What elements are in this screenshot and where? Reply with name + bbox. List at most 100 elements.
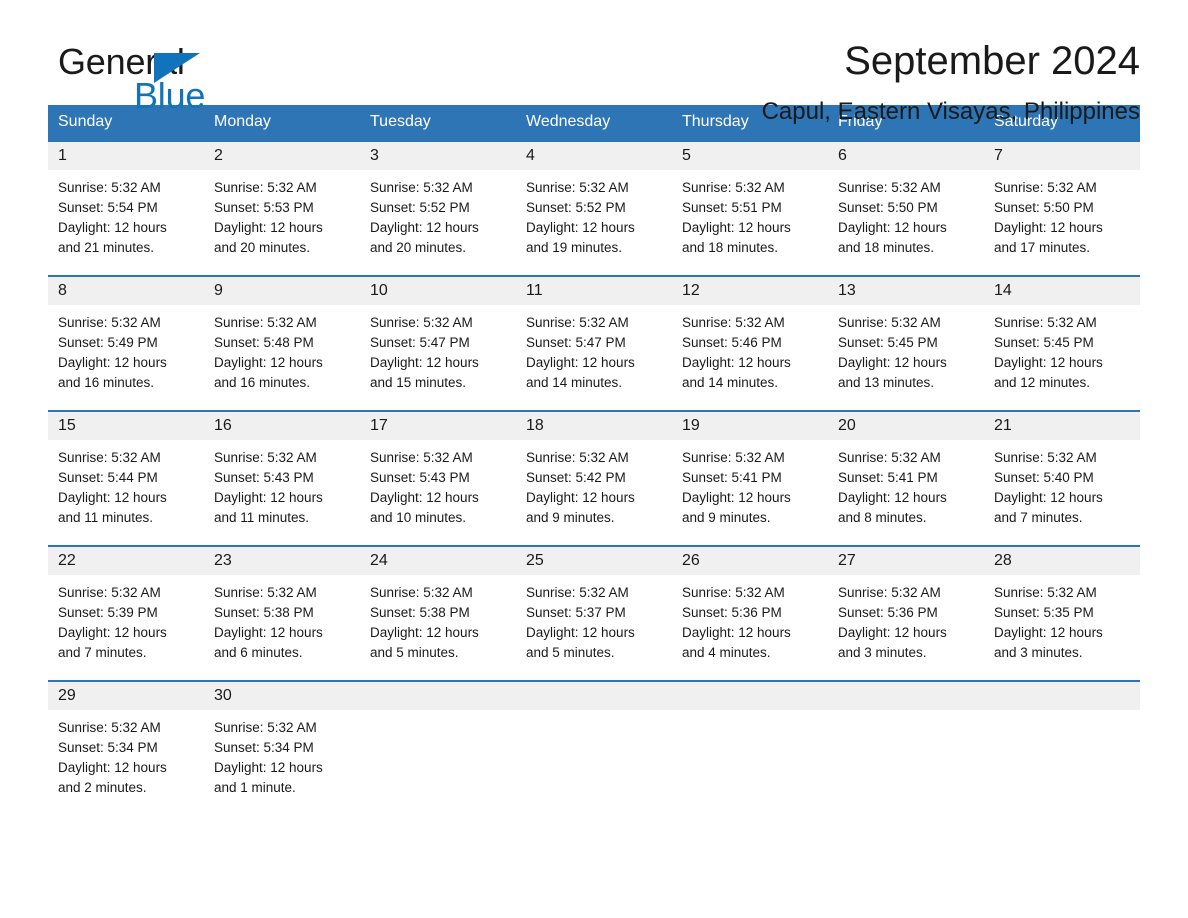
- day-number: [828, 681, 984, 710]
- day-details: Sunrise: 5:32 AM Sunset: 5:45 PM Daylight:…: [984, 305, 1140, 393]
- calendar-day-cell[interactable]: 16 Sunrise: 5:32 AM Sunset: 5:43 PM Dayligh…: [204, 409, 360, 546]
- day-number: 12: [672, 276, 828, 305]
- sunset-text: Sunset: 5:43 PM: [214, 469, 314, 485]
- calendar-day-cell[interactable]: 15 Sunrise: 5:32 AM Sunset: 5:44 PM Dayligh…: [48, 409, 204, 546]
- calendar-day-cell[interactable]: 23 Sunrise: 5:32 AM Sunset: 5:38 PM Dayligh…: [204, 544, 360, 681]
- daylight-text-line2: and 12 minutes.: [994, 374, 1091, 390]
- day-details: Sunrise: 5:32 AM Sunset: 5:44 PM Daylight:…: [48, 440, 204, 528]
- calendar-table: Sunday Monday Tuesday Wednesday Thursday…: [48, 105, 1140, 816]
- sunset-text: Sunset: 5:53 PM: [214, 199, 314, 215]
- calendar-body: 1 Sunrise: 5:32 AM Sunset: 5:54 PM Daylight…: [48, 139, 1140, 816]
- daylight-text-line1: Daylight: 12 hours: [994, 354, 1103, 370]
- location-subtitle: Capul, Eastern Visayas, Philippines: [761, 98, 1140, 125]
- calendar-day-cell[interactable]: 5 Sunrise: 5:32 AM Sunset: 5:51 PM Daylight…: [672, 139, 828, 276]
- day-details: Sunrise: 5:32 AM Sunset: 5:36 PM Daylight:…: [828, 575, 984, 663]
- sunset-text: Sunset: 5:45 PM: [838, 334, 938, 350]
- calendar-day-cell[interactable]: 29 Sunrise: 5:32 AM Sunset: 5:34 PM Dayligh…: [48, 679, 204, 816]
- day-details: Sunrise: 5:32 AM Sunset: 5:36 PM Daylight:…: [672, 575, 828, 663]
- daylight-text-line1: Daylight: 12 hours: [370, 354, 479, 370]
- calendar-day-cell[interactable]: 8 Sunrise: 5:32 AM Sunset: 5:49 PM Daylight…: [48, 274, 204, 411]
- day-details: Sunrise: 5:32 AM Sunset: 5:49 PM Daylight:…: [48, 305, 204, 393]
- day-number: 7: [984, 141, 1140, 170]
- day-number: 26: [672, 546, 828, 575]
- day-number: 28: [984, 546, 1140, 575]
- daylight-text-line2: and 9 minutes.: [526, 509, 615, 525]
- day-number: 17: [360, 411, 516, 440]
- day-details: Sunrise: 5:32 AM Sunset: 5:40 PM Daylight:…: [984, 440, 1140, 528]
- sunrise-text: Sunrise: 5:32 AM: [58, 719, 161, 735]
- calendar-day-cell[interactable]: 6 Sunrise: 5:32 AM Sunset: 5:50 PM Daylight…: [828, 139, 984, 276]
- sunset-text: Sunset: 5:45 PM: [994, 334, 1094, 350]
- calendar-day-cell[interactable]: 17 Sunrise: 5:32 AM Sunset: 5:43 PM Dayligh…: [360, 409, 516, 546]
- calendar-day-cell[interactable]: 13 Sunrise: 5:32 AM Sunset: 5:45 PM Dayligh…: [828, 274, 984, 411]
- calendar-day-cell[interactable]: 24 Sunrise: 5:32 AM Sunset: 5:38 PM Dayligh…: [360, 544, 516, 681]
- daylight-text-line2: and 7 minutes.: [58, 644, 147, 660]
- title-block: September 2024 Capul, Eastern Visayas, P…: [762, 38, 1140, 127]
- sunrise-text: Sunrise: 5:32 AM: [994, 584, 1097, 600]
- calendar-day-cell[interactable]: 19 Sunrise: 5:32 AM Sunset: 5:41 PM Dayligh…: [672, 409, 828, 546]
- generalblue-logo[interactable]: General Blue: [58, 44, 258, 120]
- page-title: September 2024: [844, 39, 1140, 83]
- calendar-empty-cell: [828, 679, 984, 816]
- calendar-page: General Blue September 2024 Capul, Easte…: [0, 0, 1188, 918]
- sunrise-text: Sunrise: 5:32 AM: [370, 584, 473, 600]
- calendar-day-cell[interactable]: 14 Sunrise: 5:32 AM Sunset: 5:45 PM Dayligh…: [984, 274, 1140, 411]
- sunset-text: Sunset: 5:50 PM: [838, 199, 938, 215]
- daylight-text-line2: and 20 minutes.: [370, 239, 467, 255]
- logo-text-blue: Blue: [134, 75, 206, 116]
- daylight-text-line2: and 11 minutes.: [214, 509, 310, 525]
- calendar-day-cell[interactable]: 21 Sunrise: 5:32 AM Sunset: 5:40 PM Dayligh…: [984, 409, 1140, 546]
- daylight-text-line1: Daylight: 12 hours: [526, 624, 635, 640]
- calendar-day-cell[interactable]: 2 Sunrise: 5:32 AM Sunset: 5:53 PM Daylight…: [204, 139, 360, 276]
- daylight-text-line2: and 20 minutes.: [214, 239, 311, 255]
- sunset-text: Sunset: 5:51 PM: [682, 199, 782, 215]
- calendar-day-cell[interactable]: 20 Sunrise: 5:32 AM Sunset: 5:41 PM Dayligh…: [828, 409, 984, 546]
- calendar-day-cell[interactable]: 9 Sunrise: 5:32 AM Sunset: 5:48 PM Daylight…: [204, 274, 360, 411]
- daylight-text-line1: Daylight: 12 hours: [526, 489, 635, 505]
- day-details: Sunrise: 5:32 AM Sunset: 5:38 PM Daylight:…: [204, 575, 360, 663]
- day-details: Sunrise: 5:32 AM Sunset: 5:51 PM Daylight:…: [672, 170, 828, 258]
- daylight-text-line1: Daylight: 12 hours: [58, 624, 167, 640]
- sunset-text: Sunset: 5:36 PM: [838, 604, 938, 620]
- day-number: 30: [204, 681, 360, 710]
- day-details: Sunrise: 5:32 AM Sunset: 5:41 PM Daylight:…: [672, 440, 828, 528]
- calendar-day-cell[interactable]: 7 Sunrise: 5:32 AM Sunset: 5:50 PM Daylight…: [984, 139, 1140, 276]
- daylight-text-line2: and 11 minutes.: [58, 509, 154, 525]
- day-details: Sunrise: 5:32 AM Sunset: 5:47 PM Daylight:…: [516, 305, 672, 393]
- calendar-day-cell[interactable]: 18 Sunrise: 5:32 AM Sunset: 5:42 PM Dayligh…: [516, 409, 672, 546]
- daylight-text-line2: and 10 minutes.: [370, 509, 467, 525]
- daylight-text-line2: and 4 minutes.: [682, 644, 771, 660]
- calendar-day-cell[interactable]: 25 Sunrise: 5:32 AM Sunset: 5:37 PM Dayligh…: [516, 544, 672, 681]
- daylight-text-line1: Daylight: 12 hours: [58, 489, 167, 505]
- daylight-text-line1: Daylight: 12 hours: [526, 354, 635, 370]
- daylight-text-line2: and 18 minutes.: [838, 239, 935, 255]
- day-number: 22: [48, 546, 204, 575]
- calendar-day-cell[interactable]: 10 Sunrise: 5:32 AM Sunset: 5:47 PM Dayligh…: [360, 274, 516, 411]
- calendar-day-cell[interactable]: 4 Sunrise: 5:32 AM Sunset: 5:52 PM Daylight…: [516, 139, 672, 276]
- daylight-text-line2: and 18 minutes.: [682, 239, 779, 255]
- weekday-header-wednesday: Wednesday: [516, 105, 672, 141]
- daylight-text-line2: and 16 minutes.: [214, 374, 311, 390]
- daylight-text-line2: and 7 minutes.: [994, 509, 1083, 525]
- day-number: 20: [828, 411, 984, 440]
- calendar-day-cell[interactable]: 11 Sunrise: 5:32 AM Sunset: 5:47 PM Dayligh…: [516, 274, 672, 411]
- sunrise-text: Sunrise: 5:32 AM: [214, 719, 317, 735]
- day-number: 2: [204, 141, 360, 170]
- calendar-day-cell[interactable]: 12 Sunrise: 5:32 AM Sunset: 5:46 PM Dayligh…: [672, 274, 828, 411]
- sunset-text: Sunset: 5:42 PM: [526, 469, 626, 485]
- day-details: Sunrise: 5:32 AM Sunset: 5:39 PM Daylight:…: [48, 575, 204, 663]
- calendar-day-cell[interactable]: 3 Sunrise: 5:32 AM Sunset: 5:52 PM Daylight…: [360, 139, 516, 276]
- calendar-day-cell[interactable]: 1 Sunrise: 5:32 AM Sunset: 5:54 PM Daylight…: [48, 139, 204, 276]
- daylight-text-line1: Daylight: 12 hours: [994, 624, 1103, 640]
- calendar-day-cell[interactable]: 22 Sunrise: 5:32 AM Sunset: 5:39 PM Dayligh…: [48, 544, 204, 681]
- day-details: Sunrise: 5:32 AM Sunset: 5:41 PM Daylight:…: [828, 440, 984, 528]
- daylight-text-line1: Daylight: 12 hours: [58, 219, 167, 235]
- day-number: 15: [48, 411, 204, 440]
- calendar-day-cell[interactable]: 30 Sunrise: 5:32 AM Sunset: 5:34 PM Dayligh…: [204, 679, 360, 816]
- sunset-text: Sunset: 5:41 PM: [838, 469, 938, 485]
- calendar-day-cell[interactable]: 28 Sunrise: 5:32 AM Sunset: 5:35 PM Dayligh…: [984, 544, 1140, 681]
- calendar-day-cell[interactable]: 27 Sunrise: 5:32 AM Sunset: 5:36 PM Dayligh…: [828, 544, 984, 681]
- day-number: 1: [48, 141, 204, 170]
- calendar-day-cell[interactable]: 26 Sunrise: 5:32 AM Sunset: 5:36 PM Dayligh…: [672, 544, 828, 681]
- day-number: 16: [204, 411, 360, 440]
